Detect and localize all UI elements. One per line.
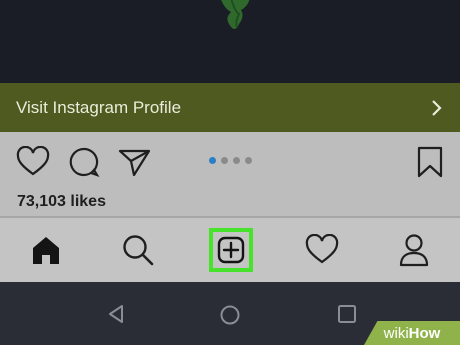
- tab-home[interactable]: [22, 218, 70, 282]
- carousel-dot: [233, 157, 240, 164]
- profile-person-icon: [399, 234, 429, 267]
- tab-profile[interactable]: [390, 218, 438, 282]
- likes-count[interactable]: 73,103 likes: [17, 193, 106, 211]
- carousel-indicator: [209, 157, 252, 164]
- chevron-right-icon: [432, 99, 442, 116]
- tab-search[interactable]: [114, 218, 162, 282]
- home-icon: [33, 237, 59, 264]
- carousel-dot: [221, 157, 228, 164]
- carousel-dot: [245, 157, 252, 164]
- new-post-button[interactable]: [209, 228, 253, 272]
- visit-profile-banner[interactable]: Visit Instagram Profile: [0, 83, 460, 132]
- tab-activity[interactable]: [298, 218, 346, 282]
- activity-heart-icon: [305, 234, 339, 264]
- back-triangle-icon[interactable]: [106, 304, 126, 324]
- bookmark-icon[interactable]: [416, 146, 444, 178]
- bottom-tab-bar: [0, 218, 460, 282]
- carousel-dot-active: [209, 157, 216, 164]
- watermark-how: How: [408, 324, 441, 342]
- visit-profile-label: Visit Instagram Profile: [16, 97, 182, 117]
- watermark-wiki: wiki: [383, 324, 409, 342]
- heart-outline-icon[interactable]: [16, 146, 50, 178]
- search-icon: [123, 235, 154, 266]
- plant-graphic: [221, 0, 250, 29]
- recents-square-icon[interactable]: [337, 304, 357, 324]
- tab-new-post[interactable]: [204, 218, 258, 282]
- new-post-plus-icon: [217, 236, 245, 264]
- send-paper-plane-icon[interactable]: [118, 146, 152, 178]
- comment-bubble-icon[interactable]: [68, 146, 100, 178]
- home-circle-icon[interactable]: [219, 304, 241, 326]
- wikihow-watermark: wiki How: [364, 321, 460, 345]
- post-image[interactable]: [0, 0, 460, 83]
